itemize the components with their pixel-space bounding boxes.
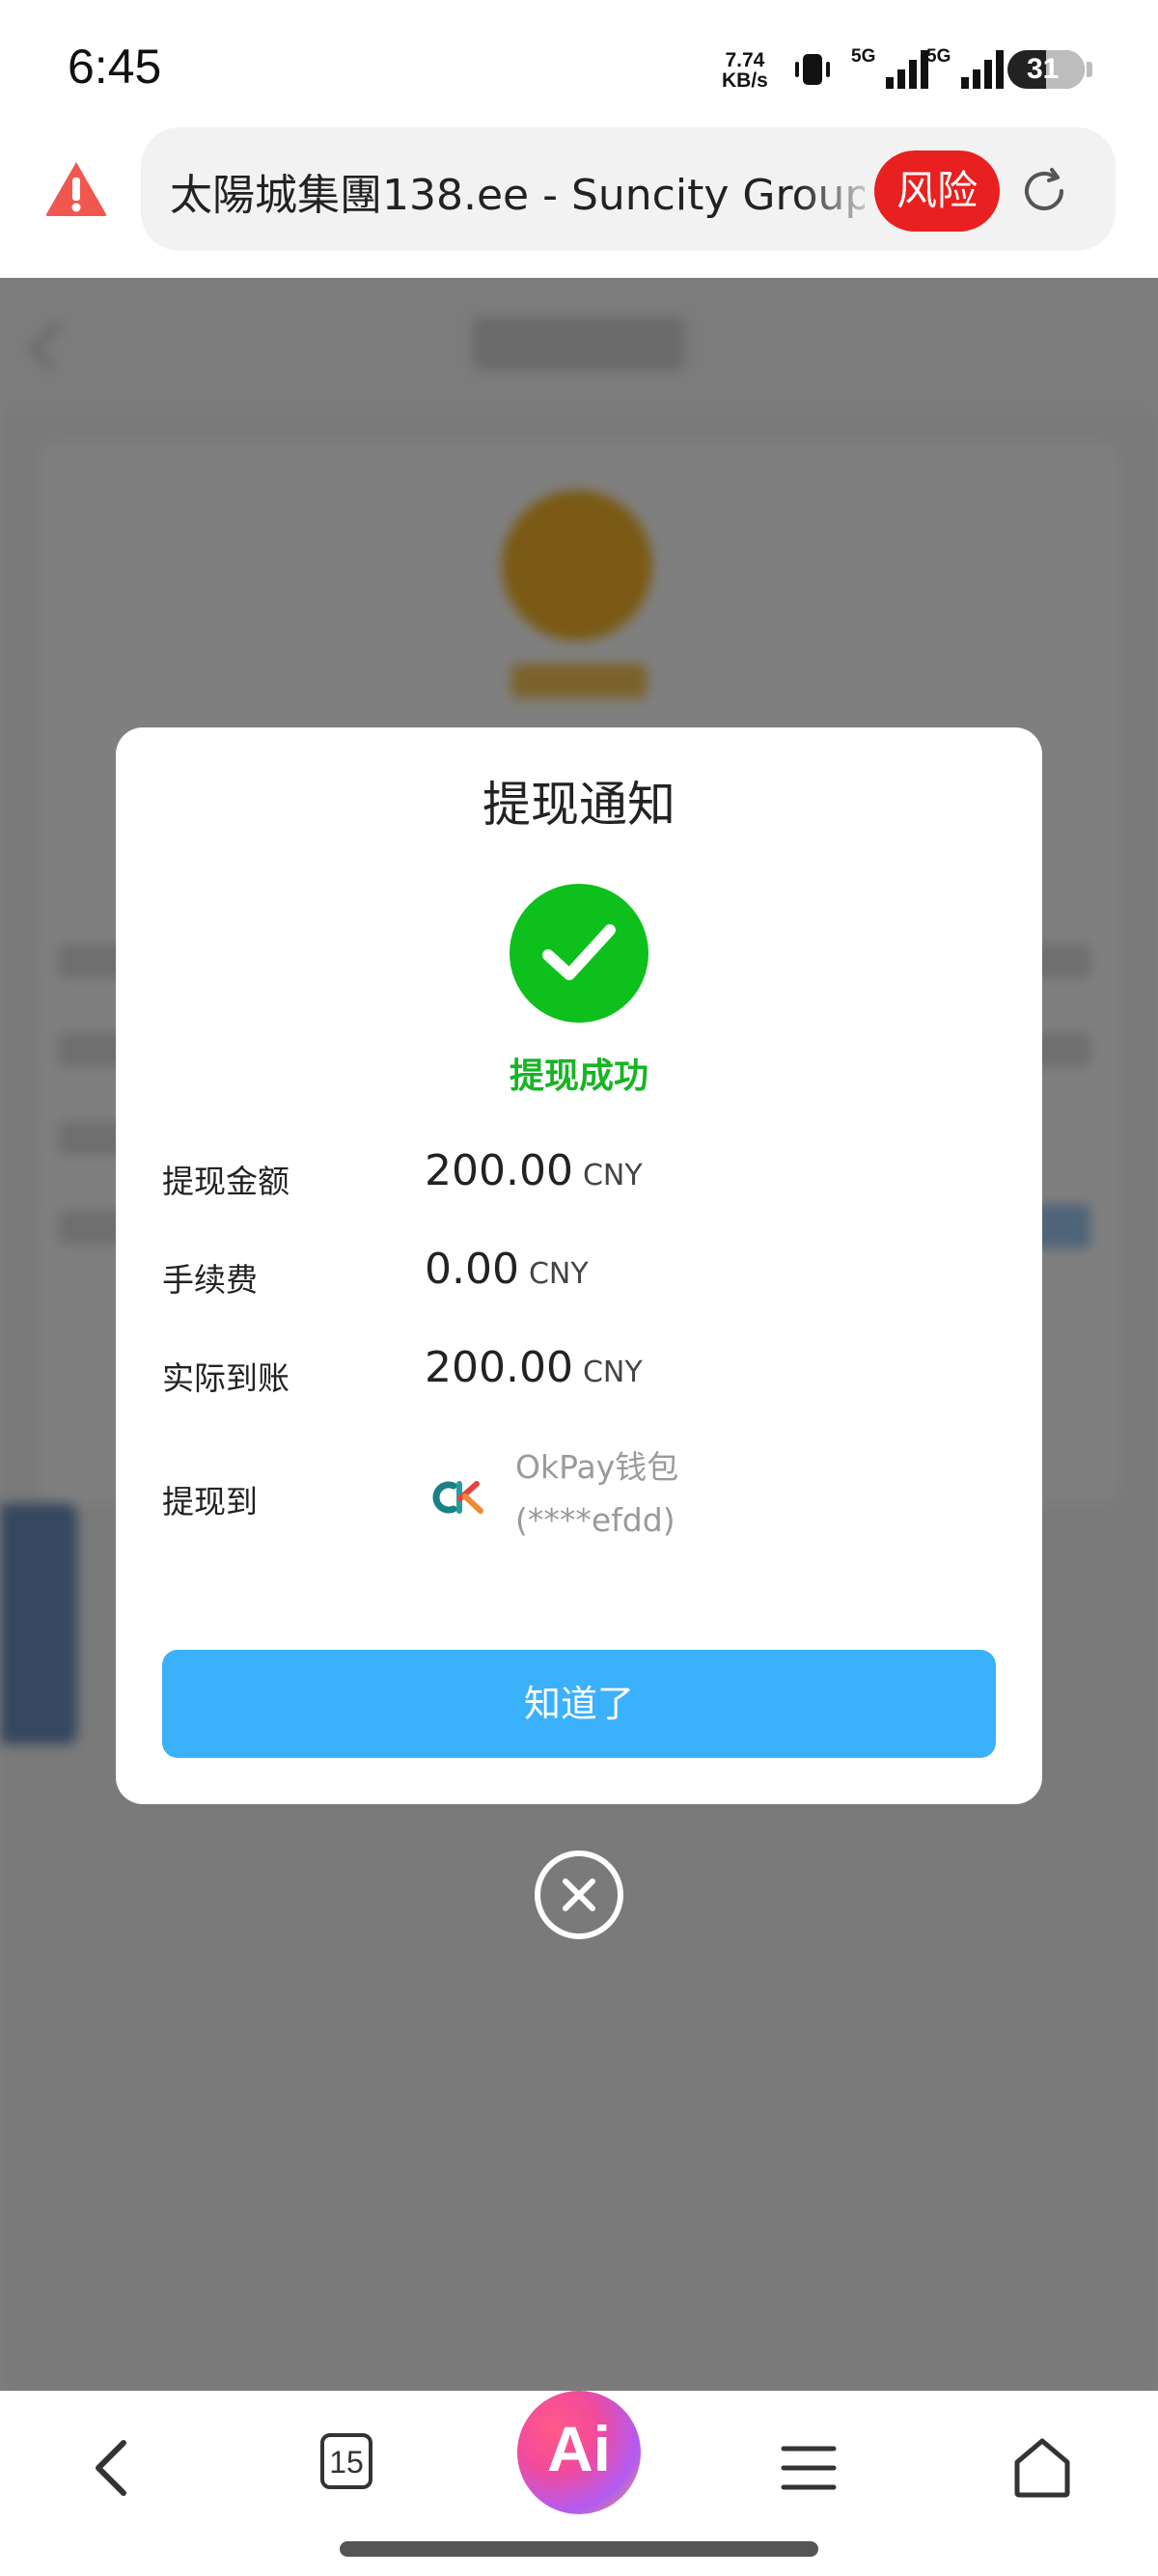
url-bar[interactable]: 太陽城集團138.ee - Suncity Group 风险	[141, 127, 1116, 251]
browser-bottom-nav: 15 Ai	[0, 2391, 1158, 2576]
destination-label: 提现到	[162, 1483, 258, 1521]
status-time: 6:45	[68, 40, 162, 94]
wallet-account: (****efdd)	[515, 1501, 676, 1539]
network-speed-value: 7.74	[725, 49, 765, 71]
risk-badge[interactable]: 风险	[874, 151, 1000, 232]
browser-address-row: 太陽城集團138.ee - Suncity Group 风险	[0, 123, 1158, 278]
success-check-icon	[510, 884, 648, 1023]
tabs-button[interactable]: 15	[297, 2420, 394, 2516]
network-speed: 7.74 KB/s	[722, 50, 768, 91]
fee-number: 0.00	[425, 1245, 519, 1294]
amount-value: 200.00 CNY	[425, 1146, 643, 1195]
confirm-button[interactable]: 知道了	[162, 1650, 996, 1758]
home-icon	[1014, 2438, 1070, 2498]
withdrawal-notice-modal: 提现通知 提现成功 提现金额 200.00 CNY 手续费 0.00 CNY 实际到…	[116, 727, 1042, 1804]
modal-title: 提现通知	[482, 777, 676, 833]
reload-icon[interactable]	[1019, 166, 1069, 216]
received-currency: CNY	[582, 1356, 643, 1389]
back-button[interactable]	[66, 2420, 162, 2516]
ai-label: Ai	[547, 2413, 611, 2484]
received-value: 200.00 CNY	[425, 1343, 643, 1392]
gesture-bar[interactable]	[340, 2541, 818, 2557]
menu-icon	[781, 2446, 837, 2490]
fee-label: 手续费	[162, 1261, 258, 1299]
wallet-name: OkPay钱包	[515, 1448, 679, 1486]
okpay-logo-icon	[432, 1481, 483, 1514]
battery-tip	[1087, 62, 1092, 77]
fee-currency: CNY	[528, 1257, 589, 1291]
home-button[interactable]	[994, 2420, 1090, 2516]
close-modal-button[interactable]	[535, 1850, 623, 1939]
menu-button[interactable]	[760, 2420, 857, 2516]
warning-icon[interactable]	[42, 158, 110, 218]
screen: 6:45 7.74 KB/s 5G 5G 31 太陽城集團138.ee - Su…	[0, 0, 1158, 2576]
tabs-count: 15	[320, 2433, 372, 2489]
received-label: 实际到账	[162, 1359, 290, 1397]
url-fade	[797, 147, 884, 233]
signal-icon-2: 5G	[926, 46, 1006, 91]
amount-number: 200.00	[425, 1146, 573, 1195]
fee-value: 0.00 CNY	[425, 1245, 589, 1294]
amount-currency: CNY	[582, 1159, 643, 1192]
signal-icon-1: 5G	[851, 46, 930, 91]
close-icon	[563, 1878, 595, 1911]
ai-assistant-button[interactable]: Ai	[517, 2391, 641, 2514]
back-icon	[96, 2440, 126, 2496]
amount-label: 提现金额	[162, 1163, 290, 1200]
vibrate-icon	[795, 54, 830, 85]
received-number: 200.00	[425, 1343, 573, 1392]
url-text[interactable]: 太陽城集團138.ee - Suncity Group	[170, 160, 865, 218]
network-speed-unit: KB/s	[722, 69, 768, 92]
status-bar: 6:45 7.74 KB/s 5G 5G 31	[0, 0, 1158, 123]
withdrawal-status: 提现成功	[509, 1056, 648, 1096]
battery-icon: 31	[1007, 50, 1085, 89]
battery-level: 31	[1027, 53, 1060, 85]
